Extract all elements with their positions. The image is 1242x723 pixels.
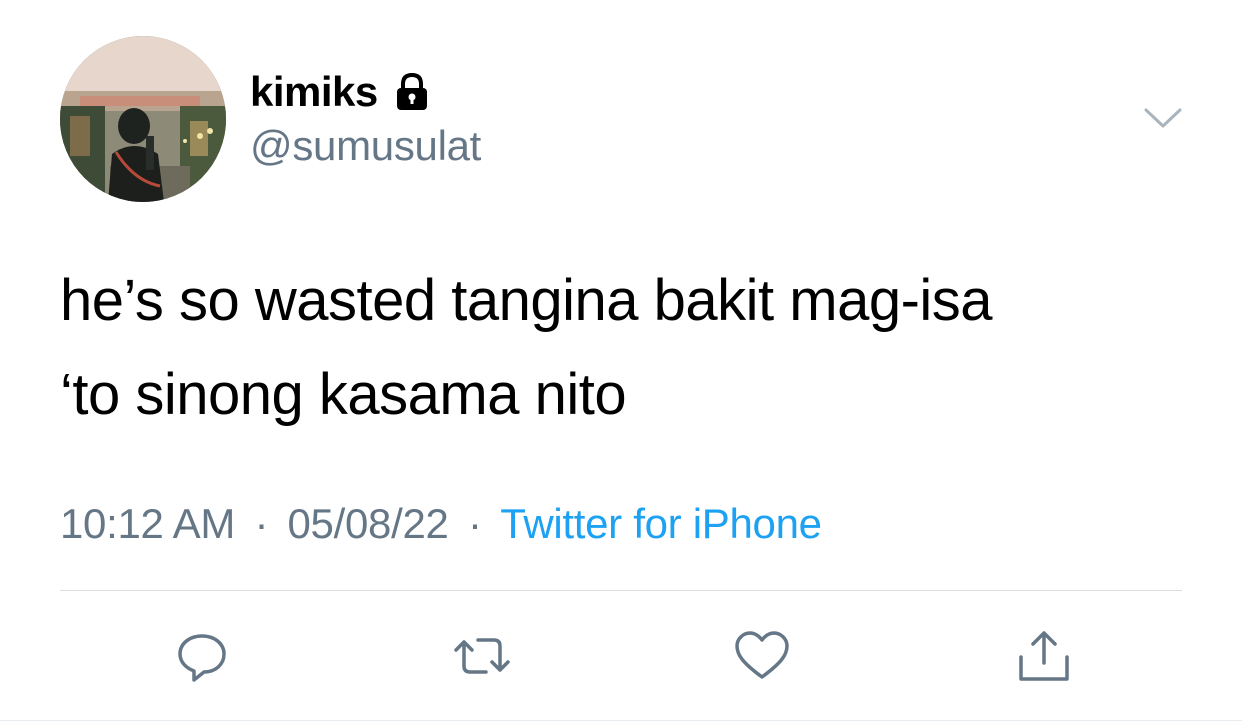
like-icon bbox=[735, 631, 789, 679]
lock-icon bbox=[396, 72, 427, 110]
tweet-card: kimiks @sumusulat he’s so wasted tangina… bbox=[0, 0, 1242, 723]
display-name-row: kimiks bbox=[250, 64, 434, 120]
avatar-photo bbox=[60, 36, 226, 202]
tweet-date[interactable]: 05/08/22 bbox=[288, 500, 449, 547]
avatar[interactable] bbox=[60, 36, 226, 202]
share-button[interactable] bbox=[1014, 626, 1074, 686]
tweet-source-link[interactable]: Twitter for iPhone bbox=[500, 500, 822, 547]
bottom-border bbox=[0, 720, 1242, 721]
chevron-down-icon[interactable] bbox=[1142, 102, 1184, 132]
divider bbox=[60, 590, 1182, 591]
meta-separator: · bbox=[467, 500, 482, 547]
retweet-button[interactable] bbox=[452, 626, 512, 686]
tweet-meta: 10:12 AM · 05/08/22 · Twitter for iPhone bbox=[60, 500, 822, 548]
share-icon bbox=[1019, 631, 1069, 681]
user-handle[interactable]: @sumusulat bbox=[250, 122, 481, 170]
like-button[interactable] bbox=[732, 626, 792, 686]
reply-button[interactable] bbox=[172, 626, 232, 686]
display-name[interactable]: kimiks bbox=[250, 68, 378, 116]
tweet-text: he’s so wasted tangina bakit mag-isa ‘to… bbox=[60, 268, 993, 427]
meta-separator: · bbox=[254, 500, 269, 547]
reply-icon bbox=[178, 634, 226, 682]
retweet-icon bbox=[454, 638, 510, 674]
tweet-time[interactable]: 10:12 AM bbox=[60, 500, 235, 547]
